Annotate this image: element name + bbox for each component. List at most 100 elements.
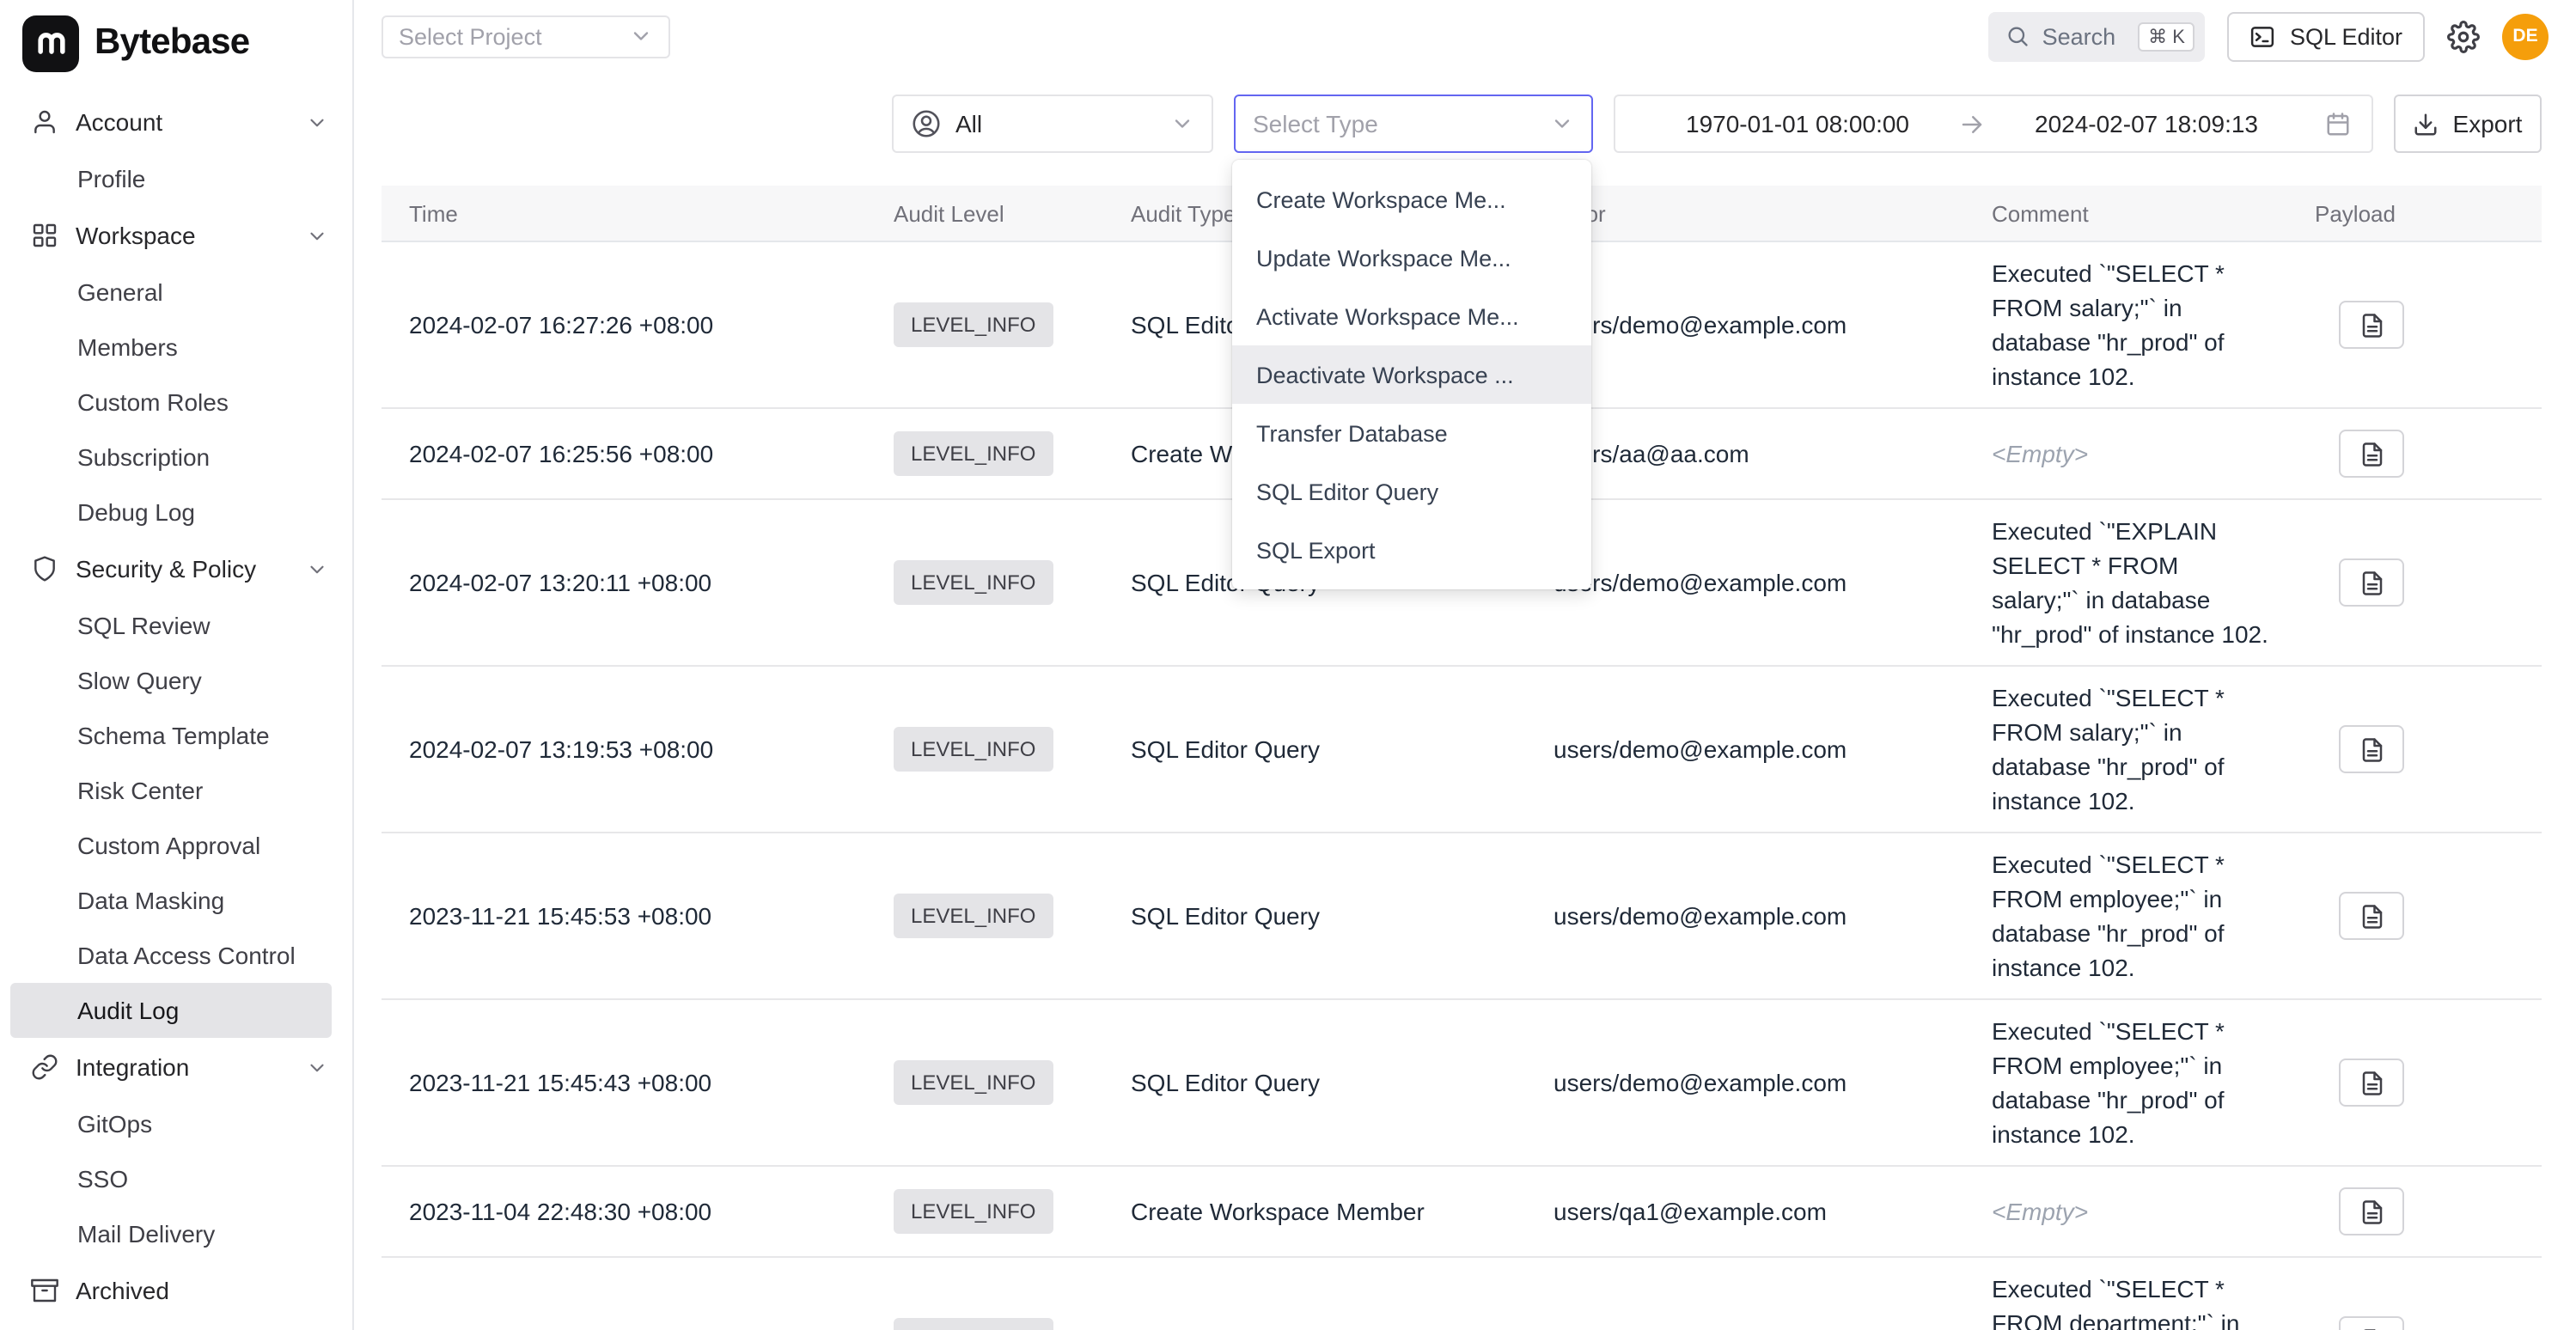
sidebar-item-custom-approval[interactable]: Custom Approval [10, 818, 332, 873]
sidebar-section-integration[interactable]: Integration [0, 1038, 352, 1096]
chevron-down-icon [1170, 112, 1194, 136]
cell-time: 2024-02-07 16:25:56 +08:00 [382, 409, 866, 498]
sidebar-item-gitops[interactable]: GitOps [10, 1096, 332, 1151]
logo[interactable]: Bytebase [0, 0, 352, 79]
gear-icon[interactable] [2447, 20, 2480, 52]
level-badge: LEVEL_INFO [894, 560, 1053, 605]
cell-comment: <Empty> [1964, 1167, 2287, 1256]
sidebar-item-debug-log[interactable]: Debug Log [10, 485, 332, 540]
actor-filter-select[interactable]: All [892, 95, 1213, 153]
dropdown-item-activate-workspace[interactable]: Activate Workspace Me... [1232, 287, 1591, 345]
type-filter-select[interactable]: Select Type [1234, 95, 1593, 153]
filter-row: All Select Type 1970-01-01 08:00:00 2024… [354, 95, 2576, 153]
search-shortcut: ⌘ K [2138, 21, 2195, 51]
cell-audit-type: SQL Editor Query [1103, 833, 1526, 998]
cell-time: 2024-02-07 16:27:26 +08:00 [382, 242, 866, 407]
sidebar-item-sso[interactable]: SSO [10, 1151, 332, 1206]
date-range-end[interactable]: 2024-02-07 18:09:13 [1985, 110, 2308, 137]
column-header-audit-level: Audit Level [866, 186, 1103, 241]
sidebar-nav: Account Profile Workspace General Member… [0, 79, 352, 1330]
project-select[interactable]: Select Project [382, 15, 670, 58]
payload-button[interactable] [2339, 725, 2404, 773]
level-badge: LEVEL_INFO [894, 894, 1053, 938]
sidebar-item-audit-log[interactable]: Audit Log [10, 983, 332, 1038]
payload-button[interactable] [2339, 1187, 2404, 1235]
cell-audit-level: LEVEL_INFO [866, 500, 1103, 665]
arrow-right-icon [1959, 111, 1985, 137]
app-root: Bytebase Account Profile Workspace Gener… [0, 0, 2576, 1330]
export-button[interactable]: Export [2394, 95, 2542, 153]
calendar-icon [2325, 111, 2351, 137]
cell-time: 2024-02-07 13:20:11 +08:00 [382, 500, 866, 665]
sidebar-item-schema-template[interactable]: Schema Template [10, 708, 332, 763]
cell-time: 2024-02-07 13:19:53 +08:00 [382, 667, 866, 832]
payload-button[interactable] [2339, 301, 2404, 349]
search-icon [2006, 24, 2030, 48]
cell-audit-level: LEVEL_INFO [866, 1000, 1103, 1165]
sidebar-section-workspace[interactable]: Workspace [0, 206, 352, 265]
sidebar-item-risk-center[interactable]: Risk Center [10, 763, 332, 818]
sidebar-section-security-policy[interactable]: Security & Policy [0, 540, 352, 598]
cell-payload [2287, 833, 2542, 998]
column-header-comment: Comment [1964, 186, 2287, 241]
cell-audit-level: LEVEL_INFO [866, 667, 1103, 832]
cell-actor: users/demo@example.com [1526, 667, 1964, 832]
main-content: Select Project Search ⌘ K SQL Editor DE [354, 0, 2576, 1330]
dropdown-item-create-workspace[interactable]: Create Workspace Me... [1232, 170, 1591, 229]
sidebar-item-members[interactable]: Members [10, 320, 332, 375]
sidebar-item-archived[interactable]: Archived [0, 1261, 352, 1320]
cell-audit-type: Create Workspace Member [1103, 1167, 1526, 1256]
sidebar: Bytebase Account Profile Workspace Gener… [0, 0, 354, 1330]
chevron-down-icon [629, 24, 653, 48]
payload-button[interactable] [2339, 430, 2404, 478]
avatar[interactable]: DE [2502, 13, 2549, 59]
cell-actor: users/demo@example.com [1526, 1258, 1964, 1330]
user-circle-icon [911, 108, 942, 139]
table-row: 2024-02-07 13:19:53 +08:00 LEVEL_INFO SQ… [382, 667, 2542, 833]
payload-button[interactable] [2339, 892, 2404, 940]
sidebar-item-subscription[interactable]: Subscription [10, 430, 332, 485]
chevron-down-icon [306, 224, 328, 247]
chevron-down-icon [306, 1056, 328, 1078]
payload-button[interactable] [2339, 558, 2404, 607]
level-badge: LEVEL_INFO [894, 1318, 1053, 1330]
cell-audit-level: LEVEL_INFO [866, 833, 1103, 998]
level-badge: LEVEL_INFO [894, 727, 1053, 772]
sidebar-item-sql-review[interactable]: SQL Review [10, 598, 332, 653]
cell-audit-level: LEVEL_INFO [866, 1167, 1103, 1256]
sidebar-item-general[interactable]: General [10, 265, 332, 320]
sql-editor-button[interactable]: SQL Editor [2228, 11, 2425, 61]
sidebar-item-mail-delivery[interactable]: Mail Delivery [10, 1206, 332, 1261]
dropdown-item-sql-editor-query[interactable]: SQL Editor Query [1232, 462, 1591, 521]
sidebar-item-profile[interactable]: Profile [10, 151, 332, 206]
cell-comment: Executed `"EXPLAIN SELECT * FROM salary;… [1964, 500, 2287, 665]
link-icon [31, 1053, 58, 1081]
archive-icon [31, 1277, 58, 1304]
level-badge: LEVEL_INFO [894, 431, 1053, 476]
sidebar-item-data-access-control[interactable]: Data Access Control [10, 928, 332, 983]
cell-audit-level: LEVEL_INFO [866, 1258, 1103, 1330]
search-button[interactable]: Search ⌘ K [1989, 11, 2206, 61]
cell-audit-level: LEVEL_INFO [866, 409, 1103, 498]
download-icon [2414, 111, 2439, 137]
payload-button[interactable] [2339, 1316, 2404, 1330]
date-range-picker[interactable]: 1970-01-01 08:00:00 2024-02-07 18:09:13 [1614, 95, 2373, 153]
topbar: Select Project Search ⌘ K SQL Editor DE [354, 0, 2576, 72]
sidebar-item-slow-query[interactable]: Slow Query [10, 653, 332, 708]
table-row: 2023-11-04 21:26:24 +08:00 LEVEL_INFO SQ… [382, 1258, 2542, 1330]
sidebar-item-data-masking[interactable]: Data Masking [10, 873, 332, 928]
cell-actor: users/demo@example.com [1526, 833, 1964, 998]
sidebar-item-custom-roles[interactable]: Custom Roles [10, 375, 332, 430]
date-range-start[interactable]: 1970-01-01 08:00:00 [1636, 110, 1959, 137]
dropdown-item-update-workspace[interactable]: Update Workspace Me... [1232, 229, 1591, 287]
user-icon [31, 108, 58, 136]
cell-actor: users/aa@aa.com [1526, 409, 1964, 498]
terminal-icon [2250, 23, 2276, 49]
shield-icon [31, 555, 58, 583]
dropdown-item-deactivate-workspace[interactable]: Deactivate Workspace ... [1232, 345, 1591, 404]
payload-button[interactable] [2339, 1059, 2404, 1107]
sidebar-section-account[interactable]: Account [0, 93, 352, 151]
chevron-down-icon [306, 111, 328, 133]
dropdown-item-sql-export[interactable]: SQL Export [1232, 521, 1591, 579]
dropdown-item-transfer-database[interactable]: Transfer Database [1232, 404, 1591, 462]
